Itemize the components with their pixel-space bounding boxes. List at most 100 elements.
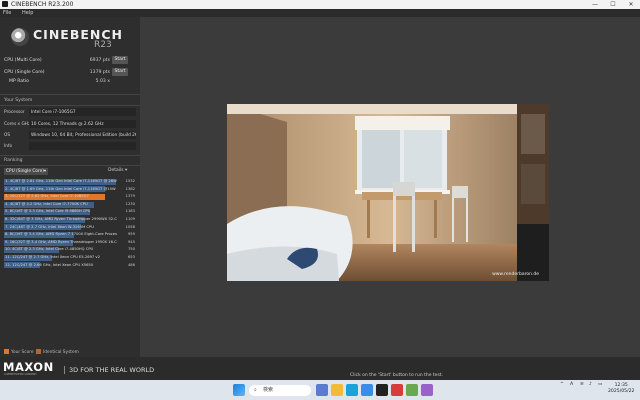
taskbar-app-icon[interactable] (391, 384, 403, 396)
edge-browser-icon[interactable] (346, 384, 358, 396)
system-key: Cores x GHz (4, 122, 31, 127)
score-value: 5.03 x (95, 79, 110, 84)
footer-tagline: 3D FOR THE REAL WORLD (64, 366, 154, 374)
cinebench-logo-icon (11, 28, 29, 46)
identical-system-swatch (36, 349, 41, 354)
start-multi-button[interactable]: Start (112, 56, 128, 64)
ranking-item-label: 8. 8C/16T @ 3.4 GHz, AMD Ryzen 7 1700X E… (5, 232, 117, 237)
score-label: MP Ratio (9, 79, 29, 84)
ranking-item-label: 7. 24C/48T @ 2.7 GHz, Intel Xeon W-3265M… (5, 224, 94, 229)
ranking-item[interactable]: 9. 16C/32T @ 3.4 GHz, AMD Ryzen Threadri… (4, 239, 135, 247)
ranking-item[interactable]: 5. 8C/16T @ 3.3 GHz, Intel Core i9-9880H… (4, 208, 135, 216)
system-value: 10 Cores, 12 Threads @ 2.62 GHz (29, 120, 136, 128)
ranking-item-score: 959 (127, 232, 135, 237)
ranking-item-score: 1382 (125, 186, 135, 191)
clock-date: 2025/05/22 (608, 389, 635, 394)
ranking-item-label: 1. 4C/8T @ 2.81 GHz, 11th Gen Intel Core… (5, 179, 117, 183)
volume-icon[interactable]: ♪ (589, 382, 592, 387)
legend-label: Identical System (43, 350, 79, 355)
file-explorer-icon[interactable] (331, 384, 343, 396)
ranking-mode-label: CPU (Single Core) (6, 169, 44, 174)
score-label: CPU (Single Core) (4, 70, 45, 75)
ranking-item-label: 3. 10C/12T @ 2.62 GHz, Intel Core i7-106… (5, 194, 89, 199)
ranking-item-label: 9. 16C/32T @ 3.4 GHz, AMD Ryzen Threadri… (5, 239, 117, 244)
system-row-info: Info (4, 142, 136, 151)
score-row-mp-ratio: MP Ratio 5.03 x (4, 77, 128, 86)
chevron-down-icon: ▾ (43, 169, 46, 174)
system-value: Intel Core i7-1065G7 (29, 108, 136, 116)
legend-label: Your Score (11, 350, 34, 355)
system-row-os: OS Windows 10, 64 Bit, Professional Edit… (4, 131, 136, 140)
ranking-item-label: 6. 32C/64T @ 3 GHz, AMD Ryzen Threadripp… (5, 216, 117, 221)
ranking-item-score: 945 (127, 239, 135, 244)
cinebench-app-icon (2, 1, 8, 7)
ranking-item[interactable]: 6. 32C/64T @ 3 GHz, AMD Ryzen Threadripp… (4, 216, 135, 224)
left-panel: CINEBENCH R23 CPU (Multi Core) 6937 pts … (0, 17, 140, 357)
ranking-item-score: 1183 (125, 209, 135, 214)
taskbar-app-icon[interactable] (421, 384, 433, 396)
ranking-item-label: 2. 4C/8T @ 1.69 GHz, 11th Gen Intel Core… (5, 186, 116, 191)
maxon-logo-subtitle: A NEMETSCHEK COMPANY (4, 373, 37, 376)
search-placeholder: 検索 (263, 387, 274, 393)
ranking-item-score: 486 (127, 262, 135, 267)
taskbar-search-box[interactable]: ⌕ 検索 (249, 385, 311, 396)
score-label: CPU (Multi Core) (4, 58, 42, 63)
system-key: Processor (4, 110, 25, 115)
start-single-button[interactable]: Start (112, 68, 128, 76)
system-row-cores: Cores x GHz 10 Cores, 12 Threads @ 2.62 … (4, 120, 136, 129)
divider (0, 165, 140, 166)
ranking-item[interactable]: 1. 4C/8T @ 2.81 GHz, 11th Gen Intel Core… (4, 178, 135, 186)
taskbar-clock[interactable]: 12:35 2025/05/22 (608, 383, 634, 395)
search-icon: ⌕ (254, 387, 257, 393)
tray-chevron-icon[interactable]: ^ (560, 382, 564, 387)
windows-start-icon[interactable] (233, 384, 245, 396)
taskbar-app-icon[interactable] (406, 384, 418, 396)
score-value: 1379 pts (89, 70, 110, 75)
system-row-processor: Processor Intel Core i7-1065G7 (4, 108, 136, 117)
render-viewport: www.renderbaron.de (227, 104, 549, 281)
legend-your-score: Your Score (4, 349, 34, 355)
ranking-item-label: 5. 8C/16T @ 3.3 GHz, Intel Core i9-9880H… (5, 209, 91, 214)
store-icon[interactable] (361, 384, 373, 396)
system-key: Info (4, 144, 13, 149)
ranking-item[interactable]: 3. 10C/12T @ 2.62 GHz, Intel Core i7-106… (4, 193, 135, 201)
ranking-item-score: 1532 (125, 179, 135, 183)
ranking-item[interactable]: 11. 12C/24T @ 2.7 GHz, Intel Xeon CPU E5… (4, 254, 135, 262)
ranking-item-label: 10. 4C/8T @ 2.3 GHz, Intel Core i7-4850H… (5, 247, 94, 252)
ranking-item[interactable]: 8. 8C/16T @ 3.4 GHz, AMD Ryzen 7 1700X E… (4, 231, 135, 239)
battery-icon[interactable]: ▭ (598, 382, 602, 387)
ranking-item[interactable]: 2. 4C/8T @ 1.69 GHz, 11th Gen Intel Core… (4, 186, 135, 194)
status-message: Click on the 'Start' button to run the t… (350, 373, 443, 378)
ime-indicator[interactable]: A (570, 382, 573, 387)
ranking-item-score: 750 (127, 247, 135, 252)
menu-file[interactable]: File (3, 10, 11, 16)
divider (0, 105, 140, 106)
ranking-item-label: 4. 4C/8T @ 4.2 GHz, Intel Core i7-7700K … (5, 201, 88, 206)
wifi-icon[interactable]: ≋ (580, 382, 584, 387)
maximize-button[interactable]: ☐ (604, 0, 622, 9)
ranking-details-button[interactable]: Details ▾ (108, 168, 127, 173)
cinebench-taskbar-icon[interactable] (376, 384, 388, 396)
minimize-button[interactable]: — (586, 0, 604, 9)
render-scene-image (227, 104, 549, 281)
render-watermark: www.renderbaron.de (492, 272, 539, 277)
ranking-mode-select[interactable]: CPU (Single Core) ▾ (4, 168, 48, 175)
system-key: OS (4, 133, 11, 138)
task-view-icon[interactable] (316, 384, 328, 396)
ranking-item[interactable]: 4. 4C/8T @ 4.2 GHz, Intel Core i7-7700K … (4, 201, 135, 209)
ranking-heading: Ranking (4, 158, 23, 163)
ranking-item[interactable]: 10. 4C/8T @ 2.3 GHz, Intel Core i7-4850H… (4, 246, 135, 254)
details-label: Details (108, 168, 124, 173)
ranking-item-score: 1230 (125, 201, 135, 206)
score-row-multi: CPU (Multi Core) 6937 pts Start (4, 56, 128, 65)
divider (0, 94, 140, 95)
ranking-item[interactable]: 12. 12C/24T @ 2.66 GHz, Intel Xeon CPU X… (4, 262, 135, 270)
menu-help[interactable]: Help (22, 10, 33, 16)
logo-version: R23 (94, 40, 112, 50)
legend-identical-system: Identical System (36, 349, 79, 355)
close-button[interactable]: ✕ (622, 0, 640, 9)
ranking-item-score: 1109 (125, 216, 135, 221)
system-info-field[interactable] (29, 142, 136, 150)
ranking-item[interactable]: 7. 24C/48T @ 2.7 GHz, Intel Xeon W-3265M… (4, 224, 135, 232)
chevron-down-icon: ▾ (125, 168, 128, 173)
